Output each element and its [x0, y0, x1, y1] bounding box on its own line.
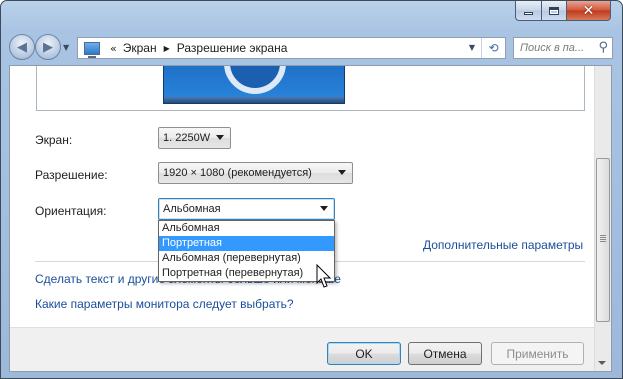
chevron-down-icon [320, 206, 328, 211]
window: ✕ ◀ ▶ ▼ « Экран ▶ Разрешение экрана ▼ ⟲ … [0, 0, 623, 379]
orientation-label: Ориентация: [35, 204, 107, 218]
apply-button[interactable]: Применить [491, 342, 584, 365]
button-bar: OK Отмена Применить [10, 327, 611, 371]
display-select[interactable]: 1. 2250W [158, 127, 231, 149]
address-prefix[interactable]: « [110, 42, 117, 55]
orientation-option-portrait-flipped[interactable]: Портретная (перевернутая) [159, 266, 334, 281]
orientation-option-portrait[interactable]: Портретная [159, 236, 334, 251]
ok-button[interactable]: OK [327, 342, 401, 365]
cancel-button[interactable]: Отмена [408, 342, 482, 365]
back-button[interactable]: ◀ [9, 34, 35, 60]
resolution-select-value: 1920 × 1080 (рекомендуется) [163, 167, 312, 179]
monitor-preview-area [36, 66, 585, 111]
advanced-settings-link[interactable]: Дополнительные параметры [423, 238, 583, 252]
chevron-right-icon[interactable]: ▶ [164, 44, 170, 53]
breadcrumb-display[interactable]: Экран [123, 41, 157, 55]
orientation-option-landscape-flipped[interactable]: Альбомная (перевернутая) [159, 251, 334, 266]
monitor-number-badge [224, 66, 286, 94]
monitor-preview[interactable] [163, 66, 345, 104]
close-icon: ✕ [582, 2, 595, 19]
chevron-down-icon [216, 135, 224, 140]
resolution-label: Разрешение: [35, 168, 108, 182]
mouse-cursor-icon [316, 264, 332, 288]
forward-button[interactable]: ▶ [35, 34, 61, 60]
search-icon[interactable]: ⚲ [598, 40, 608, 55]
orientation-option-landscape[interactable]: Альбомная [159, 221, 334, 236]
content-area: Экран: 1. 2250W Разрешение: 1920 × 1080 … [9, 65, 612, 372]
monitor-taskbar [164, 97, 344, 103]
navigation-bar: ◀ ▶ ▼ « Экран ▶ Разрешение экрана ▼ ⟲ По… [1, 31, 622, 65]
resolution-select[interactable]: 1920 × 1080 (рекомендуется) [158, 162, 353, 184]
vertical-scrollbar[interactable] [594, 66, 611, 371]
scroll-down-icon[interactable] [598, 361, 606, 365]
minimize-button[interactable] [515, 1, 542, 21]
recent-pages-dropdown-icon[interactable]: ▼ [63, 43, 71, 52]
display-help-link[interactable]: Какие параметры монитора следует выбрать… [35, 297, 294, 311]
forward-arrow-icon: ▶ [43, 39, 53, 55]
search-box[interactable]: Поиск в па... ⚲ [513, 37, 613, 59]
address-bar[interactable]: « Экран ▶ Разрешение экрана ▼ ⟲ [77, 37, 506, 59]
minimize-icon [524, 12, 533, 15]
breadcrumb-screen-resolution[interactable]: Разрешение экрана [177, 41, 288, 55]
title-bar: ✕ [1, 1, 622, 31]
close-button[interactable]: ✕ [566, 1, 611, 21]
control-panel-icon [84, 41, 100, 58]
orientation-dropdown-list: Альбомная Портретная Альбомная (переверн… [158, 220, 335, 282]
address-dropdown-icon[interactable]: ▼ [469, 43, 475, 52]
display-select-value: 1. 2250W [163, 132, 211, 144]
maximize-icon [549, 6, 559, 15]
orientation-select-value: Альбомная [163, 203, 221, 215]
refresh-icon[interactable]: ⟲ [481, 38, 505, 58]
display-label: Экран: [35, 133, 73, 147]
scrollbar-thumb[interactable] [596, 158, 610, 322]
back-arrow-icon: ◀ [17, 39, 27, 55]
search-input[interactable]: Поиск в па... [520, 42, 596, 54]
maximize-button[interactable] [541, 1, 567, 21]
chevron-down-icon [338, 170, 346, 175]
orientation-select[interactable]: Альбомная [158, 198, 335, 220]
